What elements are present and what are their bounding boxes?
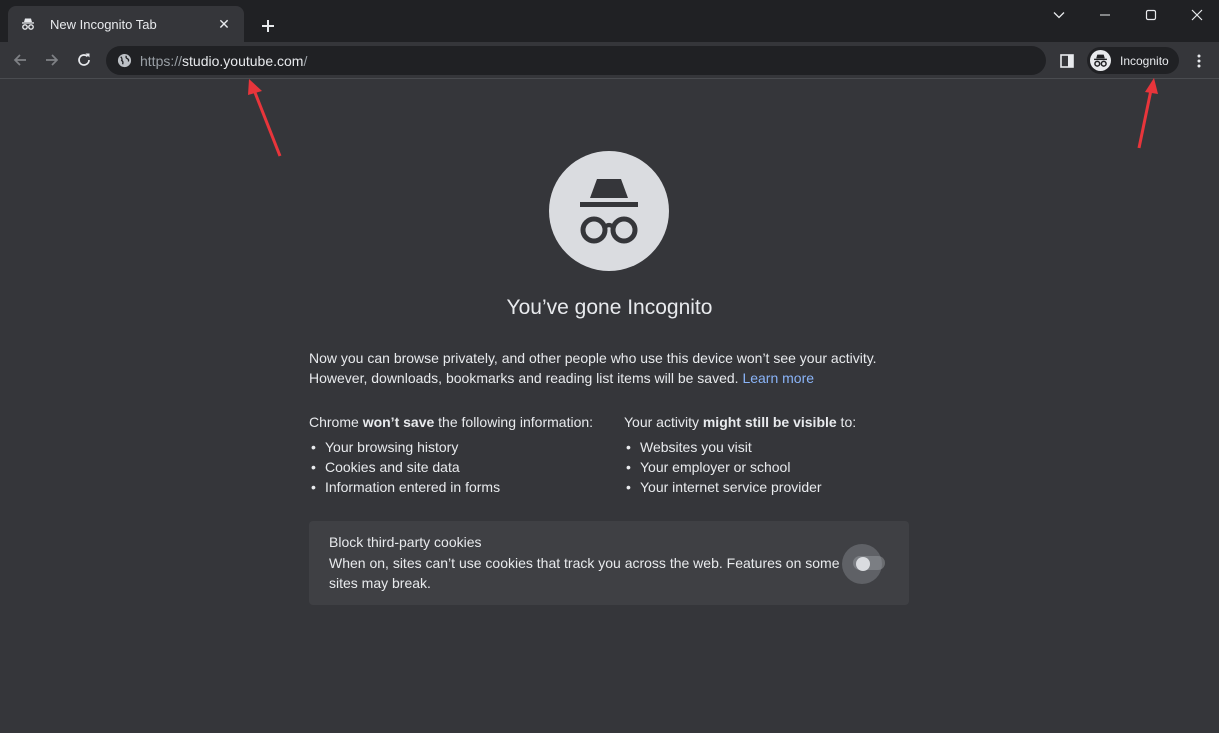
- minimize-button[interactable]: [1082, 0, 1128, 30]
- arrow-right-icon: [46, 54, 59, 66]
- incognito-hero-icon: [549, 151, 669, 271]
- learn-more-link[interactable]: Learn more: [742, 370, 814, 386]
- intro-text: Now you can browse privately, and other …: [309, 348, 909, 388]
- toolbar: https://studio.youtube.com/ Incognito: [0, 42, 1219, 79]
- url-host: studio.youtube.com: [182, 52, 304, 69]
- back-button[interactable]: [6, 46, 34, 74]
- tab-title: New Incognito Tab: [50, 16, 157, 32]
- toggle-knob: [856, 557, 870, 571]
- url-path: /: [303, 52, 308, 69]
- tab-new-incognito[interactable]: New Incognito Tab ✕: [8, 6, 244, 42]
- side-panel-button[interactable]: [1056, 50, 1078, 72]
- more-vertical-icon: [1197, 54, 1201, 68]
- reload-button[interactable]: [70, 46, 98, 74]
- incognito-avatar-icon: [1090, 50, 1111, 71]
- side-panel-icon: [1060, 54, 1074, 68]
- close-icon: [1191, 9, 1203, 21]
- tab-strip: New Incognito Tab ✕: [0, 0, 1219, 42]
- url-scheme: https://: [140, 52, 183, 69]
- list-item: Your internet service provider: [624, 477, 914, 497]
- annotation-arrow-url: [248, 79, 282, 157]
- arrow-left-icon: [13, 54, 26, 66]
- forward-button[interactable]: [38, 46, 66, 74]
- menu-button[interactable]: [1188, 50, 1210, 72]
- list-item: Cookies and site data: [309, 457, 619, 477]
- address-bar[interactable]: https://studio.youtube.com/: [106, 46, 1046, 75]
- incognito-profile-button[interactable]: Incognito: [1087, 47, 1179, 74]
- url-text[interactable]: https://studio.youtube.com/: [140, 53, 307, 69]
- annotation-arrow-incognito: [1137, 78, 1158, 149]
- maximize-icon: [1145, 9, 1157, 21]
- chevron-down-icon: [1053, 12, 1065, 19]
- globe-icon[interactable]: [116, 53, 132, 69]
- wont-save-column: Chrome won’t save the following informat…: [309, 413, 619, 497]
- reload-icon: [78, 53, 90, 66]
- profile-label: Incognito: [1120, 53, 1169, 68]
- wont-save-heading: Chrome won’t save the following informat…: [309, 414, 594, 430]
- tab-search-button[interactable]: [1036, 0, 1082, 30]
- cookies-description: When on, sites can’t use cookies that tr…: [329, 555, 840, 591]
- maximize-button[interactable]: [1128, 0, 1174, 30]
- minimize-icon: [1100, 14, 1110, 16]
- still-visible-column: Your activity might still be visible to:…: [624, 413, 914, 497]
- list-item: Your browsing history: [309, 437, 619, 457]
- close-window-button[interactable]: [1174, 0, 1219, 30]
- list-item: Your employer or school: [624, 457, 914, 477]
- cookies-title: Block third-party cookies: [329, 534, 482, 550]
- still-visible-list: Websites you visit Your employer or scho…: [624, 437, 914, 497]
- still-visible-heading: Your activity might still be visible to:: [624, 414, 857, 430]
- third-party-cookies-card: Block third-party cookies When on, sites…: [309, 521, 909, 605]
- page-title: You’ve gone Incognito: [506, 296, 713, 319]
- browser-window: New Incognito Tab ✕ https://studio.youtu…: [0, 0, 1219, 733]
- list-item: Information entered in forms: [309, 477, 619, 497]
- incognito-icon: [20, 16, 36, 32]
- new-tab-button[interactable]: [254, 12, 282, 40]
- block-cookies-toggle[interactable]: [842, 544, 885, 584]
- plus-icon: [262, 20, 274, 32]
- intro-line-1: Now you can browse privately, and other …: [309, 350, 877, 366]
- close-tab-icon[interactable]: ✕: [214, 14, 234, 34]
- intro-line-2: However, downloads, bookmarks and readin…: [309, 370, 739, 386]
- wont-save-list: Your browsing history Cookies and site d…: [309, 437, 619, 497]
- list-item: Websites you visit: [624, 437, 914, 457]
